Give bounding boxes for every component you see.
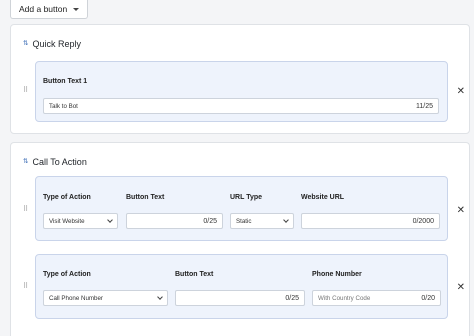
select-value: Static: [236, 217, 252, 225]
sort-icon: ⇅: [23, 39, 29, 47]
button-text-label: Button Text: [126, 194, 165, 201]
type-of-action-label: Type of Action: [43, 271, 91, 278]
add-button-label: Add a button: [19, 4, 68, 14]
drag-handle-icon[interactable]: ⠿: [23, 283, 28, 290]
char-count: 11/25: [416, 102, 433, 110]
input-placeholder: With Country Code: [318, 294, 371, 302]
visit-website-card: Type of Action Button Text URL Type Webs…: [35, 176, 448, 241]
call-phone-card: Type of Action Button Text Phone Number …: [35, 254, 448, 319]
char-count: 0/25: [285, 294, 299, 302]
quick-reply-card: Button Text 1 Talk to Bot 11/25: [35, 61, 448, 122]
phone-number-input[interactable]: With Country Code 0/20: [312, 290, 441, 306]
char-count: 0/2000: [412, 217, 434, 225]
phone-number-label: Phone Number: [312, 271, 362, 278]
button-text-input[interactable]: Talk to Bot 11/25: [43, 98, 439, 114]
type-of-action-select[interactable]: Visit Website: [43, 213, 118, 229]
caret-down-icon: [73, 7, 80, 11]
add-button[interactable]: Add a button: [10, 0, 89, 19]
close-icon[interactable]: ✕: [457, 87, 465, 97]
website-url-input[interactable]: 0/2000: [301, 213, 440, 229]
website-url-label: Website URL: [301, 194, 345, 201]
close-icon[interactable]: ✕: [457, 206, 465, 216]
select-value: Visit Website: [49, 217, 85, 225]
button-text-input[interactable]: 0/25: [175, 290, 305, 306]
section-title: Quick Reply: [32, 39, 81, 49]
chevron-down-icon: [157, 293, 163, 300]
call-to-action-section: ⇅ Call To Action ⠿ Type of Action Button…: [10, 142, 470, 336]
type-of-action-label: Type of Action: [43, 194, 91, 201]
button-text-label: Button Text 1: [43, 78, 88, 85]
sort-icon: ⇅: [23, 157, 29, 165]
button-text-input[interactable]: 0/25: [126, 213, 223, 229]
char-count: 0/25: [203, 217, 217, 225]
drag-handle-icon[interactable]: ⠿: [23, 87, 28, 94]
button-text-label: Button Text: [175, 271, 214, 278]
chevron-down-icon: [283, 216, 289, 223]
url-type-label: URL Type: [230, 194, 263, 201]
url-type-select[interactable]: Static: [230, 213, 294, 229]
chevron-down-icon: [107, 216, 113, 223]
input-value: Talk to Bot: [49, 102, 78, 110]
type-of-action-select[interactable]: Call Phone Number: [43, 290, 168, 306]
select-value: Call Phone Number: [49, 294, 103, 302]
close-icon[interactable]: ✕: [457, 283, 465, 293]
char-count: 0/20: [421, 294, 435, 302]
drag-handle-icon[interactable]: ⠿: [23, 206, 28, 213]
quick-reply-section: ⇅ Quick Reply ⠿ Button Text 1 Talk to Bo…: [10, 24, 470, 134]
section-header: ⇅ Call To Action: [23, 157, 87, 167]
section-header: ⇅ Quick Reply: [23, 39, 81, 49]
section-title: Call To Action: [32, 157, 87, 167]
